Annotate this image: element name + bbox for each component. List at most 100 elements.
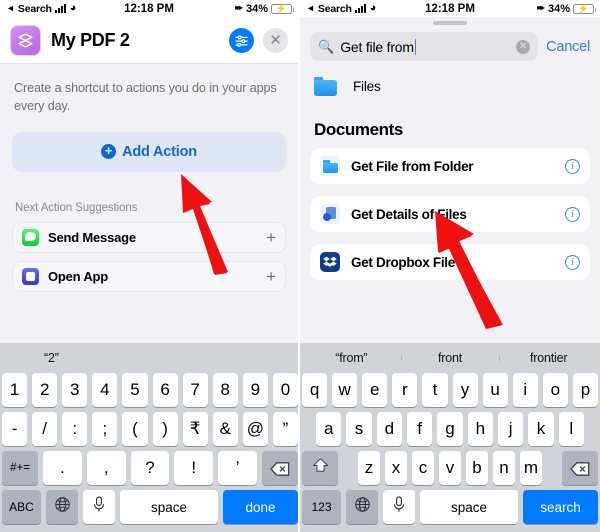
suggestion-label: Send Message [48, 229, 136, 245]
key-k[interactable]: k [528, 412, 554, 446]
globe-icon[interactable] [46, 490, 78, 524]
back-chevron-icon[interactable]: ◄ [6, 4, 15, 13]
key-at[interactable]: @ [242, 412, 268, 446]
key-a[interactable]: a [316, 412, 342, 446]
key-search[interactable]: search [523, 490, 598, 524]
info-icon[interactable]: i [565, 254, 580, 270]
sliders-icon[interactable] [229, 27, 254, 53]
cancel-button[interactable]: Cancel [546, 39, 590, 55]
wifi-icon: ◕ [369, 2, 377, 14]
prediction-item[interactable]: “2” [2, 351, 101, 365]
table-row[interactable]: Get Dropbox File i [310, 244, 590, 280]
key-q[interactable]: q [302, 373, 328, 407]
key-b[interactable]: b [466, 451, 488, 485]
key-colon[interactable]: : [62, 412, 88, 446]
status-back-label[interactable]: Search [318, 3, 352, 15]
key-7[interactable]: 7 [182, 373, 208, 407]
backspace-icon[interactable] [261, 451, 298, 485]
messages-app-icon [22, 228, 39, 246]
key-numbers-toggle[interactable]: 123 [302, 490, 341, 524]
table-row[interactable]: Get Details of Files i [310, 196, 590, 232]
key-6[interactable]: 6 [152, 373, 178, 407]
list-item[interactable]: Send Message + [12, 221, 286, 253]
shortcuts-app-icon [10, 24, 41, 56]
key-comma[interactable]: , [86, 451, 126, 485]
key-y[interactable]: y [452, 373, 478, 407]
microphone-icon[interactable] [83, 490, 115, 524]
table-row[interactable]: Get File from Folder i [310, 148, 590, 184]
key-p[interactable]: p [572, 373, 598, 407]
prediction-item[interactable]: “from” [302, 351, 401, 365]
globe-icon[interactable] [346, 490, 378, 524]
close-x-icon[interactable]: ✕ [263, 27, 288, 53]
battery-percent: 34% [245, 2, 268, 15]
key-space[interactable]: space [120, 490, 218, 524]
key-u[interactable]: u [482, 373, 508, 407]
info-icon[interactable]: i [565, 158, 580, 174]
key-question[interactable]: ? [130, 451, 170, 485]
key-e[interactable]: e [362, 373, 388, 407]
key-j[interactable]: j [497, 412, 524, 446]
plus-icon[interactable]: + [266, 268, 276, 285]
suggestion-label: Open App [48, 268, 109, 284]
info-icon[interactable]: i [565, 206, 580, 222]
search-input[interactable]: 🔍 Get file from ✕ [310, 32, 539, 61]
key-ampersand[interactable]: & [212, 412, 238, 446]
key-hyphen[interactable]: - [2, 412, 28, 446]
key-g[interactable]: g [437, 412, 463, 446]
key-n[interactable]: n [493, 451, 515, 485]
battery-charging-icon: ⚡ [271, 3, 294, 14]
list-item[interactable]: Open App + [12, 260, 286, 292]
prediction-item[interactable]: front [400, 351, 500, 365]
result-label: Get Details of Files [351, 206, 467, 222]
key-3[interactable]: 3 [62, 373, 88, 407]
key-exclamation[interactable]: ! [174, 451, 214, 485]
key-m[interactable]: m [520, 451, 542, 485]
files-app-row[interactable]: Files [300, 61, 600, 96]
key-w[interactable]: w [332, 373, 358, 407]
key-apostrophe[interactable]: ’ [218, 451, 257, 485]
key-space[interactable]: space [420, 490, 518, 524]
key-semicolon[interactable]: ; [92, 412, 118, 446]
backspace-icon[interactable] [562, 451, 598, 485]
key-paren-close[interactable]: ) [152, 412, 178, 446]
key-o[interactable]: o [542, 373, 568, 407]
plus-icon[interactable]: + [266, 229, 276, 246]
key-0[interactable]: 0 [272, 373, 298, 407]
key-h[interactable]: h [467, 412, 493, 446]
key-c[interactable]: c [412, 451, 434, 485]
shift-icon[interactable] [302, 451, 338, 485]
status-back-label[interactable]: Search [18, 3, 52, 15]
key-4[interactable]: 4 [92, 373, 118, 407]
key-rupee[interactable]: ₹ [182, 412, 208, 446]
key-s[interactable]: s [346, 412, 372, 446]
result-label: Get Dropbox File [351, 254, 455, 270]
microphone-icon[interactable] [383, 490, 415, 524]
clear-circle-icon[interactable]: ✕ [516, 39, 531, 54]
key-done[interactable]: done [223, 490, 298, 524]
key-5[interactable]: 5 [122, 373, 148, 407]
prediction-item[interactable]: frontier [499, 351, 598, 365]
add-action-button[interactable]: + Add Action [12, 131, 286, 172]
key-1[interactable]: 1 [2, 373, 28, 407]
key-2[interactable]: 2 [32, 373, 58, 407]
key-i[interactable]: i [512, 373, 538, 407]
key-symbols-toggle[interactable]: #+= [2, 451, 38, 485]
key-abc-toggle[interactable]: ABC [2, 490, 41, 524]
key-v[interactable]: v [439, 451, 461, 485]
key-8[interactable]: 8 [212, 373, 238, 407]
status-bar-right-group: ➨ 34% ⚡ [537, 3, 596, 15]
key-t[interactable]: t [422, 373, 448, 407]
key-slash[interactable]: / [32, 412, 58, 446]
key-paren-open[interactable]: ( [122, 412, 148, 446]
key-period[interactable]: . [43, 451, 82, 485]
key-l[interactable]: l [558, 412, 584, 446]
key-d[interactable]: d [376, 412, 402, 446]
key-9[interactable]: 9 [242, 373, 268, 407]
key-z[interactable]: z [358, 451, 380, 485]
key-f[interactable]: f [407, 412, 433, 446]
key-x[interactable]: x [385, 451, 407, 485]
key-quote[interactable]: ” [272, 412, 298, 446]
key-r[interactable]: r [392, 373, 418, 407]
back-chevron-icon[interactable]: ◄ [306, 4, 315, 13]
